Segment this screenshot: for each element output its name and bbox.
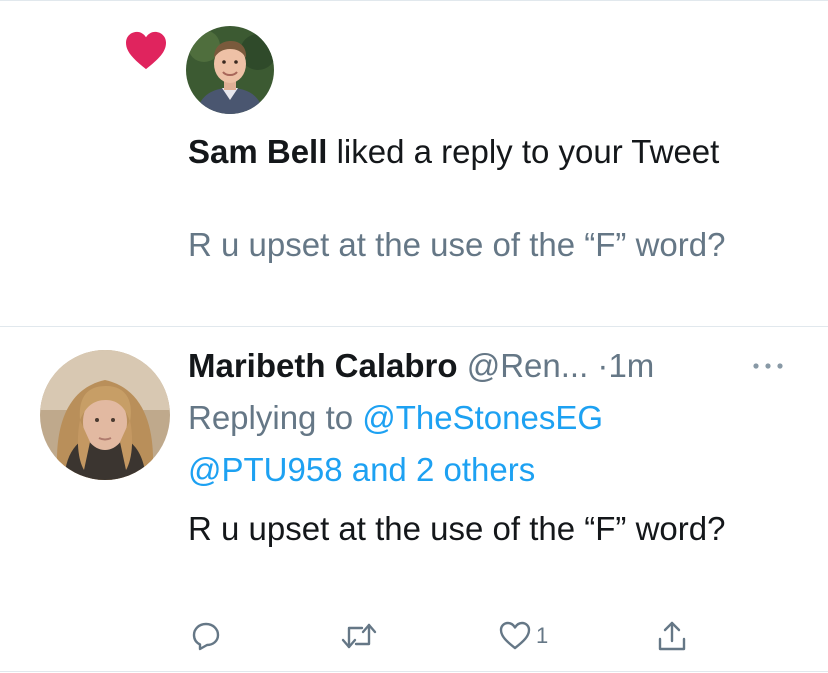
like-count: 1	[536, 623, 549, 648]
tweet-body: R u upset at the use of the “F” word?	[188, 510, 726, 547]
bottom-divider	[0, 671, 828, 672]
notification-preview: R u upset at the use of the “F” word?	[188, 226, 726, 263]
like-button[interactable]: 1	[498, 618, 548, 654]
avatar[interactable]	[40, 350, 170, 480]
mention-link[interactable]: @TheStonesEG	[362, 399, 603, 436]
heart-icon	[126, 31, 166, 70]
like-icon	[499, 621, 531, 650]
reply-button[interactable]	[190, 618, 222, 654]
author-handle[interactable]: @Ren...	[467, 347, 589, 384]
actor-name[interactable]: Sam Bell	[188, 133, 327, 170]
more-icon[interactable]	[750, 352, 786, 380]
separator: ·	[588, 347, 609, 384]
replying-to: Replying to @TheStonesEG @PTU958 and 2 ot…	[188, 392, 788, 496]
retweet-icon	[341, 623, 377, 649]
timestamp[interactable]: 1m	[608, 347, 654, 384]
top-divider	[0, 0, 828, 1]
tweet-header: Maribeth Calabro @Ren... ·1m	[188, 340, 788, 392]
retweet-button[interactable]	[340, 618, 378, 654]
reply-icon	[192, 622, 220, 651]
notification-action: liked a reply to your Tweet	[327, 133, 720, 170]
notification-text: Sam Bell liked a reply to your Tweet	[188, 128, 788, 176]
replying-prefix: Replying to	[188, 399, 363, 436]
mention-others-link[interactable]: @PTU958 and 2 others	[188, 451, 535, 488]
share-button[interactable]	[656, 618, 688, 654]
author-name[interactable]: Maribeth Calabro	[188, 347, 458, 384]
avatar[interactable]	[186, 26, 274, 114]
share-icon	[658, 621, 686, 651]
divider	[0, 326, 828, 327]
